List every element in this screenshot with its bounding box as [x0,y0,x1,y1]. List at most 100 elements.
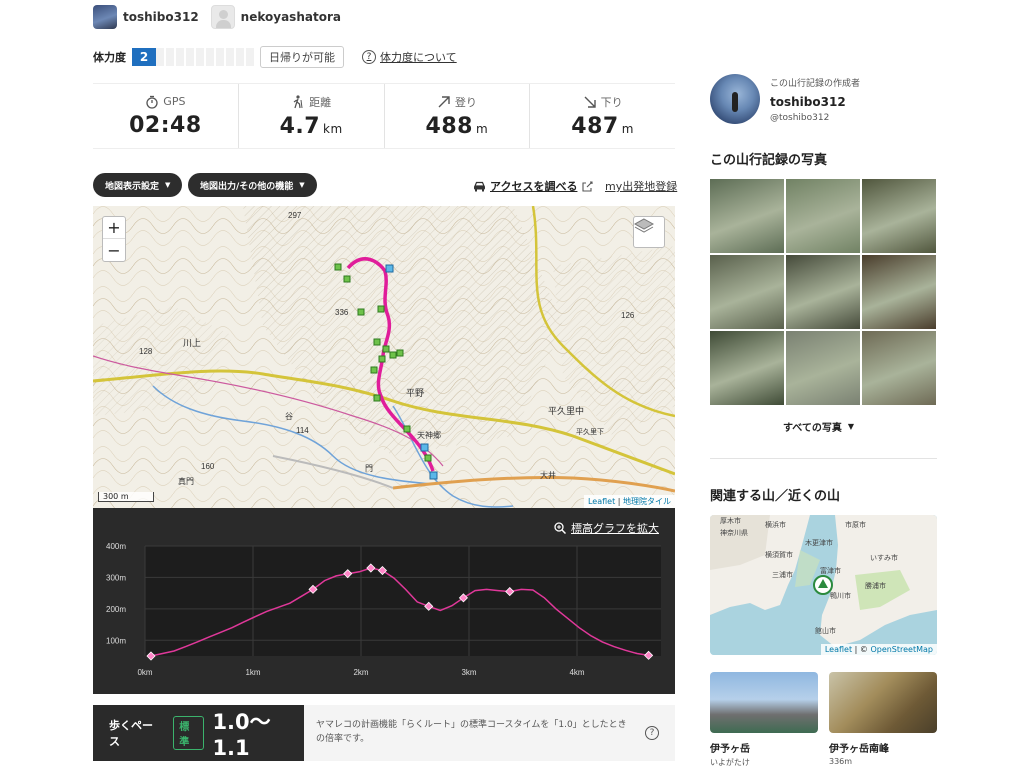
elevation-panel: 標高グラフを拡大 400m 300m 200m 100m 0km 1km 2km 3km 4km [93,508,675,694]
svg-text:厚木市: 厚木市 [720,516,741,525]
leaflet-link[interactable]: Leaflet [588,497,615,506]
pace-note: ヤマレコの計画機能「らくルート」の標準コースタイムを「1.0」としたときの倍率で… [316,720,627,745]
car-icon [474,181,485,191]
x-tick-label: 0km [137,668,152,677]
mountain-photo [829,672,937,733]
svg-text:天神郷: 天神郷 [417,430,441,440]
mountain-name: 伊予ヶ岳 [710,744,750,755]
map-settings-button[interactable]: 地図表示設定 ▼ [93,173,183,197]
button-label: 地図表示設定 [105,181,160,192]
svg-text:木更津市: 木更津市 [805,538,833,547]
osm-link[interactable]: OpenStreetMap [870,645,933,654]
svg-text:三浦市: 三浦市 [772,570,793,579]
stamina-value: 2 [132,48,156,66]
photo-thumb[interactable] [862,179,936,253]
stamina-label: 体力度 [93,51,126,64]
photo-thumb[interactable] [786,255,860,329]
layers-icon [634,218,654,233]
x-tick-label: 3km [461,668,476,677]
stamina-help-link[interactable]: ? 体力度について [362,49,457,65]
svg-text:市原市: 市原市 [845,520,866,529]
caret-down-icon: ▼ [165,181,171,189]
photo-thumb[interactable] [710,255,784,329]
stamina-help-label: 体力度について [380,51,457,64]
svg-text:平久里中: 平久里中 [548,405,584,416]
x-tick-label: 1km [245,668,260,677]
svg-text:勝浦市: 勝浦市 [865,581,886,590]
photo-thumb[interactable] [786,331,860,405]
user-toshibo312[interactable]: toshibo312 [93,5,199,29]
user-nekoyashatora[interactable]: nekoyashatora [210,5,341,29]
mountain-card-iyogatake[interactable]: 伊予ヶ岳 いよがたけ [710,672,818,768]
pace-badge: 標準 [173,716,205,750]
photo-thumb[interactable] [710,331,784,405]
my-start-register-link[interactable]: my出発地登録 [605,178,677,194]
svg-text:館山市: 館山市 [815,626,836,635]
stat-unit: km [323,121,343,136]
stat-distance: 距離 4.7 km [239,84,385,148]
mountain-sub: いよがたけ [710,758,750,767]
stamina-tag: 日帰りが可能 [260,46,344,68]
mountain-name: 伊予ヶ岳南峰 [829,744,889,755]
layers-button[interactable] [633,216,665,248]
tile-credit-link[interactable]: 地理院タイル [623,497,671,506]
svg-text:平野: 平野 [406,388,424,398]
photo-thumb[interactable] [862,331,936,405]
avatar [93,5,117,29]
nearby-map[interactable]: 横浜市 市原市 木更津市 いすみ市 勝浦市 鴨川市 館山市 三浦市 横須賀市 富… [710,515,937,655]
svg-text:336: 336 [335,308,349,317]
svg-text:神奈川県: 神奈川県 [720,528,748,537]
svg-text:富津市: 富津市 [820,566,841,575]
zoom-control: + − [102,216,126,262]
stat-value: 4.7 [279,113,321,139]
user-name: nekoyashatora [240,10,341,24]
photo-thumb[interactable] [862,255,936,329]
stat-unit: m [621,121,634,136]
svg-text:谷: 谷 [285,412,293,421]
arrow-up-right-icon [438,95,450,107]
svg-text:真門: 真門 [178,476,194,486]
map-export-button[interactable]: 地図出力/その他の機能 ▼ [188,173,317,197]
all-photos-button[interactable]: すべての写真 ▼ [783,419,854,434]
external-link-icon [582,180,594,192]
all-photos-label: すべての写真 [783,423,842,434]
route-map[interactable]: 川上 平野 平久里中 天神郷 大井 平久里下 297 336 126 128 1… [93,206,675,508]
svg-text:114: 114 [296,426,309,435]
svg-text:128: 128 [139,347,153,356]
related-title: 関連する山／近くの山 [710,489,841,504]
author-handle: @toshibo312 [770,113,830,123]
author-caption: この山行記録の作成者 [770,79,861,89]
photo-thumb[interactable] [710,179,784,253]
stat-label: GPS [163,95,186,108]
svg-text:鴨川市: 鴨川市 [830,591,851,600]
elevation-chart[interactable]: 400m 300m 200m 100m 0km 1km 2km 3km 4km [93,508,675,694]
stopwatch-icon [146,95,158,109]
mountain-card-iyogatake-south[interactable]: 伊予ヶ岳南峰 336m [829,672,937,766]
svg-text:川上: 川上 [183,338,201,348]
stamina-row: 体力度 2 日帰りが可能 ? 体力度について [93,46,457,68]
leaflet-link[interactable]: Leaflet [825,645,852,654]
access-link[interactable]: アクセスを調べる [473,178,597,194]
stat-gps: GPS 02:48 [93,84,239,148]
question-icon[interactable]: ? [645,726,659,740]
photos-title: この山行記録の写真 [710,153,828,168]
zoom-in-button[interactable]: + [103,217,125,239]
svg-text:門: 門 [365,464,373,473]
x-tick-label: 4km [569,668,584,677]
minimap-attribution: Leaflet | © OpenStreetMap [820,644,937,655]
photo-thumb[interactable] [786,179,860,253]
stat-value: 488 [425,113,473,139]
svg-text:126: 126 [621,311,635,320]
author-card[interactable]: この山行記録の作成者 toshibo312 @toshibo312 [710,74,860,124]
caret-down-icon: ▼ [847,422,855,431]
zoom-out-button[interactable]: − [103,239,125,261]
stat-value: 02:48 [129,112,202,138]
stat-label: 下り [600,95,623,109]
svg-text:横須賀市: 横須賀市 [765,550,793,559]
plot-area [145,546,661,656]
svg-text:いすみ市: いすみ市 [870,553,898,562]
stats-bar: GPS 02:48 距離 4.7 km 登り 488 m 下り 487 m [93,83,675,149]
button-label: 地図出力/その他の機能 [200,181,294,192]
participants: toshibo312 nekoyashatora [93,5,353,29]
mountain-sub: 336m [829,757,853,766]
